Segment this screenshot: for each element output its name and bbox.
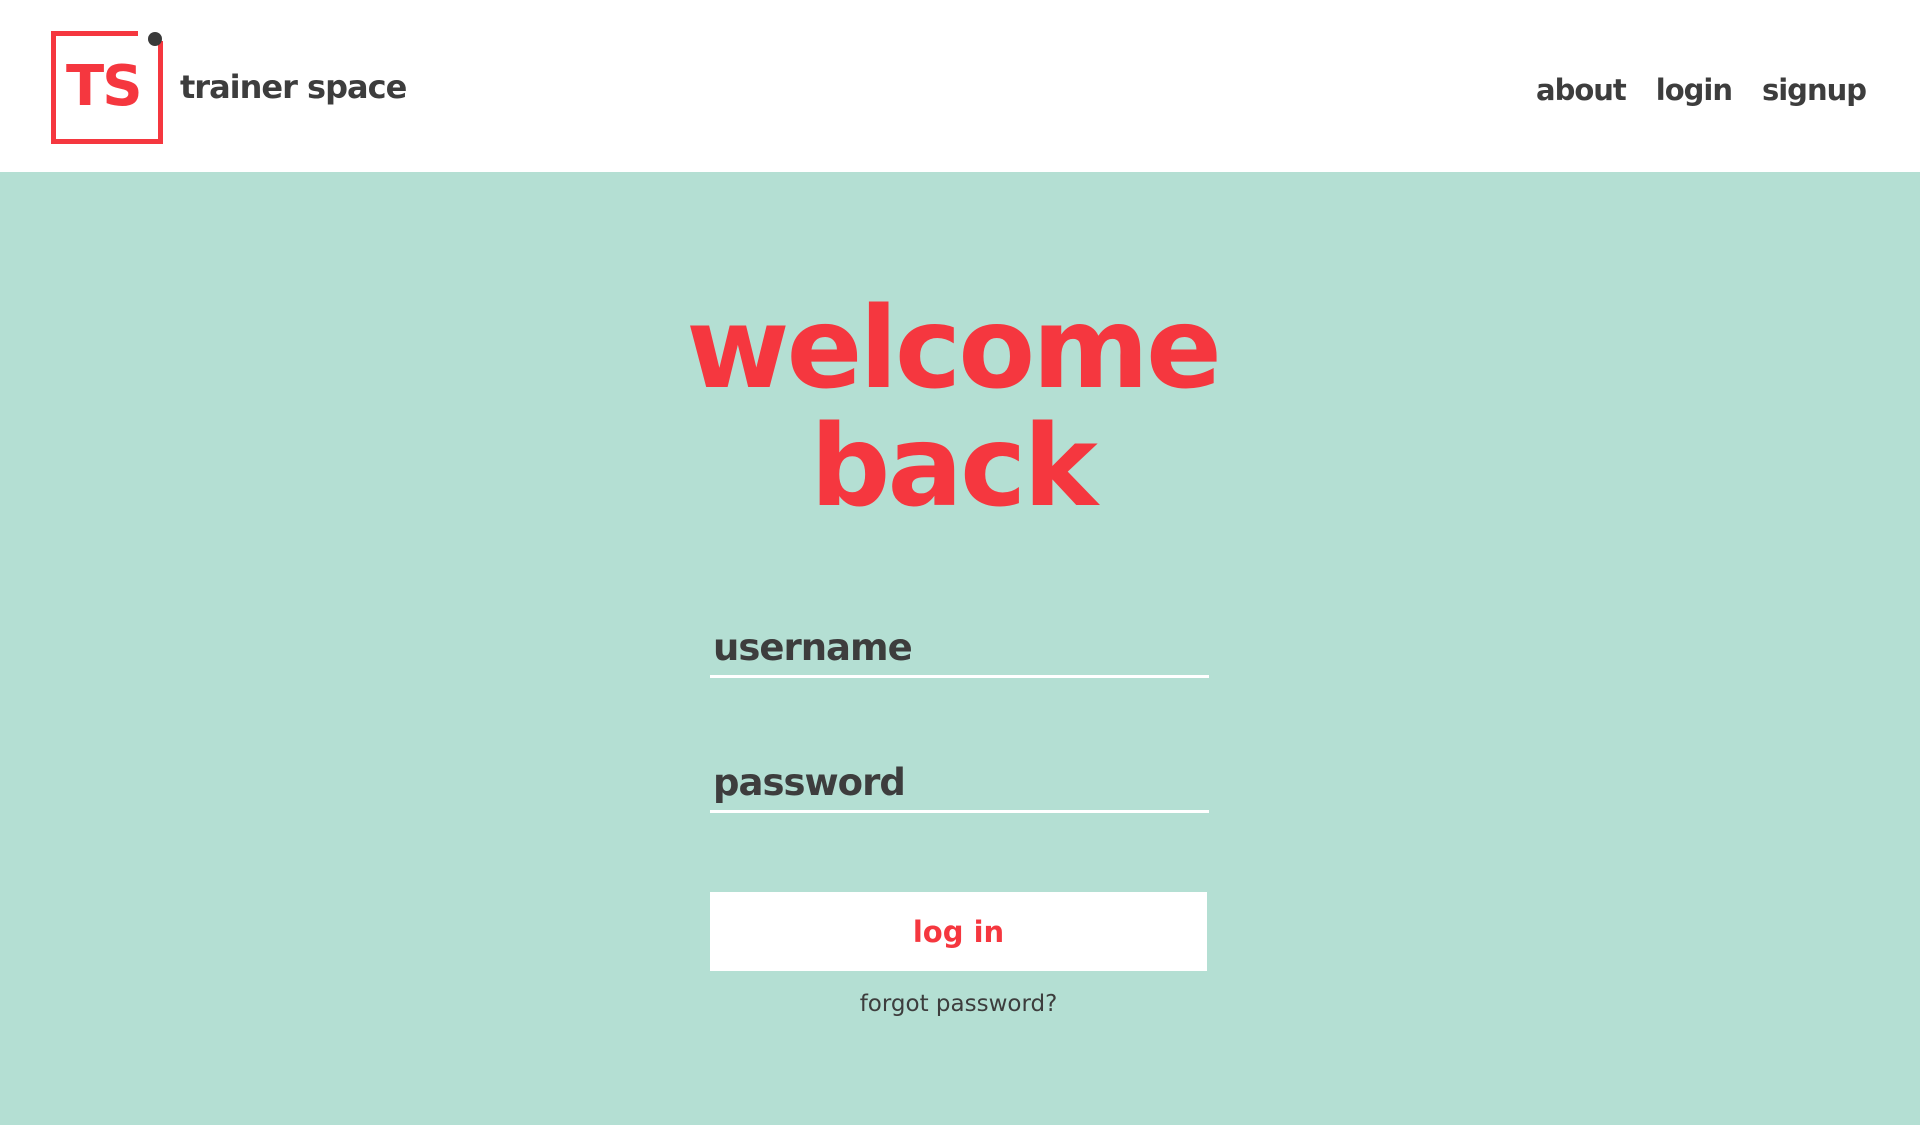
brand-name[interactable]: trainer space bbox=[180, 67, 407, 107]
page-title: welcome back bbox=[560, 290, 1345, 526]
logo-dot-icon bbox=[148, 32, 162, 46]
username-field-wrapper bbox=[710, 620, 1209, 678]
main-nav: about login signup bbox=[1536, 70, 1867, 110]
page-title-line-2: back bbox=[810, 402, 1098, 532]
nav-link-signup[interactable]: signup bbox=[1762, 70, 1867, 110]
nav-link-about[interactable]: about bbox=[1536, 70, 1627, 110]
password-input[interactable] bbox=[710, 755, 1209, 810]
nav-link-login[interactable]: login bbox=[1656, 70, 1733, 110]
login-button[interactable]: log in bbox=[710, 892, 1207, 971]
forgot-password-link[interactable]: forgot password? bbox=[710, 988, 1207, 1020]
username-input[interactable] bbox=[710, 620, 1209, 675]
logo-letters: TS bbox=[66, 54, 143, 119]
site-header: TS trainer space about login signup bbox=[0, 0, 1920, 172]
page-title-line-1: welcome bbox=[686, 284, 1222, 414]
password-field-wrapper bbox=[710, 755, 1209, 813]
